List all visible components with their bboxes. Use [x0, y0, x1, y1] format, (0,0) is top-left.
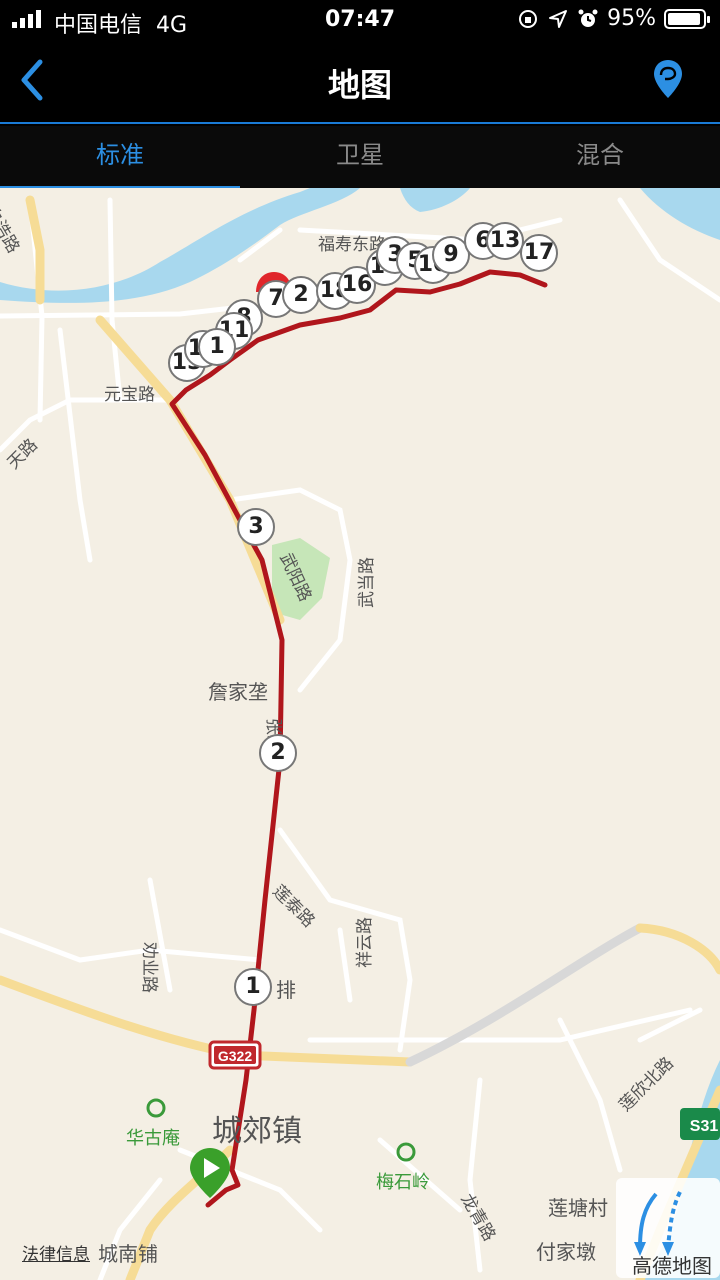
route-marker[interactable]: 2	[259, 734, 297, 772]
place-label: 詹家垄	[208, 680, 268, 704]
battery-icon	[664, 8, 710, 29]
svg-text:S31: S31	[690, 1118, 719, 1135]
alarm-icon	[578, 9, 598, 27]
road-label: 元宝路	[104, 385, 155, 405]
route-marker[interactable]: 1	[234, 968, 272, 1006]
svg-text:G322: G322	[218, 1048, 252, 1064]
place-label: 城南铺	[98, 1242, 158, 1266]
route-marker[interactable]: 13	[486, 222, 524, 260]
tab-satellite[interactable]: 卫星	[240, 126, 480, 188]
place-label: 排	[276, 978, 296, 1002]
page-title: 地图	[327, 66, 392, 104]
place-label: 城郊镇	[212, 1114, 302, 1149]
tab-hybrid[interactable]: 混合	[480, 126, 720, 188]
battery-percent: 95%	[607, 6, 656, 31]
poi-label[interactable]: 华古庵	[126, 1124, 180, 1150]
route-marker[interactable]: 1	[198, 328, 236, 366]
route-marker[interactable]: 3	[237, 508, 275, 546]
route-marker[interactable]: 17	[520, 234, 558, 272]
map-base: G322 S31	[0, 188, 720, 1280]
status-bar: 中国电信 4G 07:47 95%	[0, 0, 720, 40]
road-label: 祥云路	[355, 917, 375, 968]
poi-icon	[396, 1142, 416, 1162]
place-label: 莲塘村	[548, 1196, 608, 1220]
road-label: 劝业路	[139, 942, 159, 993]
orientation-lock-icon	[519, 9, 538, 28]
map-type-tabs: 标准 卫星 混合	[0, 126, 720, 190]
poi-label[interactable]: 梅石岭	[376, 1168, 430, 1194]
route-marker[interactable]: 2	[282, 276, 320, 314]
tab-standard[interactable]: 标准	[0, 126, 240, 190]
poi-icon	[146, 1098, 166, 1118]
legal-info-link[interactable]: 法律信息	[22, 1240, 90, 1265]
map-provider-logo: 高德地图	[632, 1254, 712, 1278]
location-arrow-icon	[549, 9, 568, 28]
road-label: 武当路	[357, 557, 377, 608]
location-pin-button[interactable]	[652, 58, 684, 100]
place-label: 付家墩	[536, 1240, 596, 1264]
map-view[interactable]: G322 S31 白浩路 福寿东路 元宝路 天路 武阳路 武当路 张三道 莲泰路…	[0, 188, 720, 1280]
nav-bar: 地图	[0, 40, 720, 124]
